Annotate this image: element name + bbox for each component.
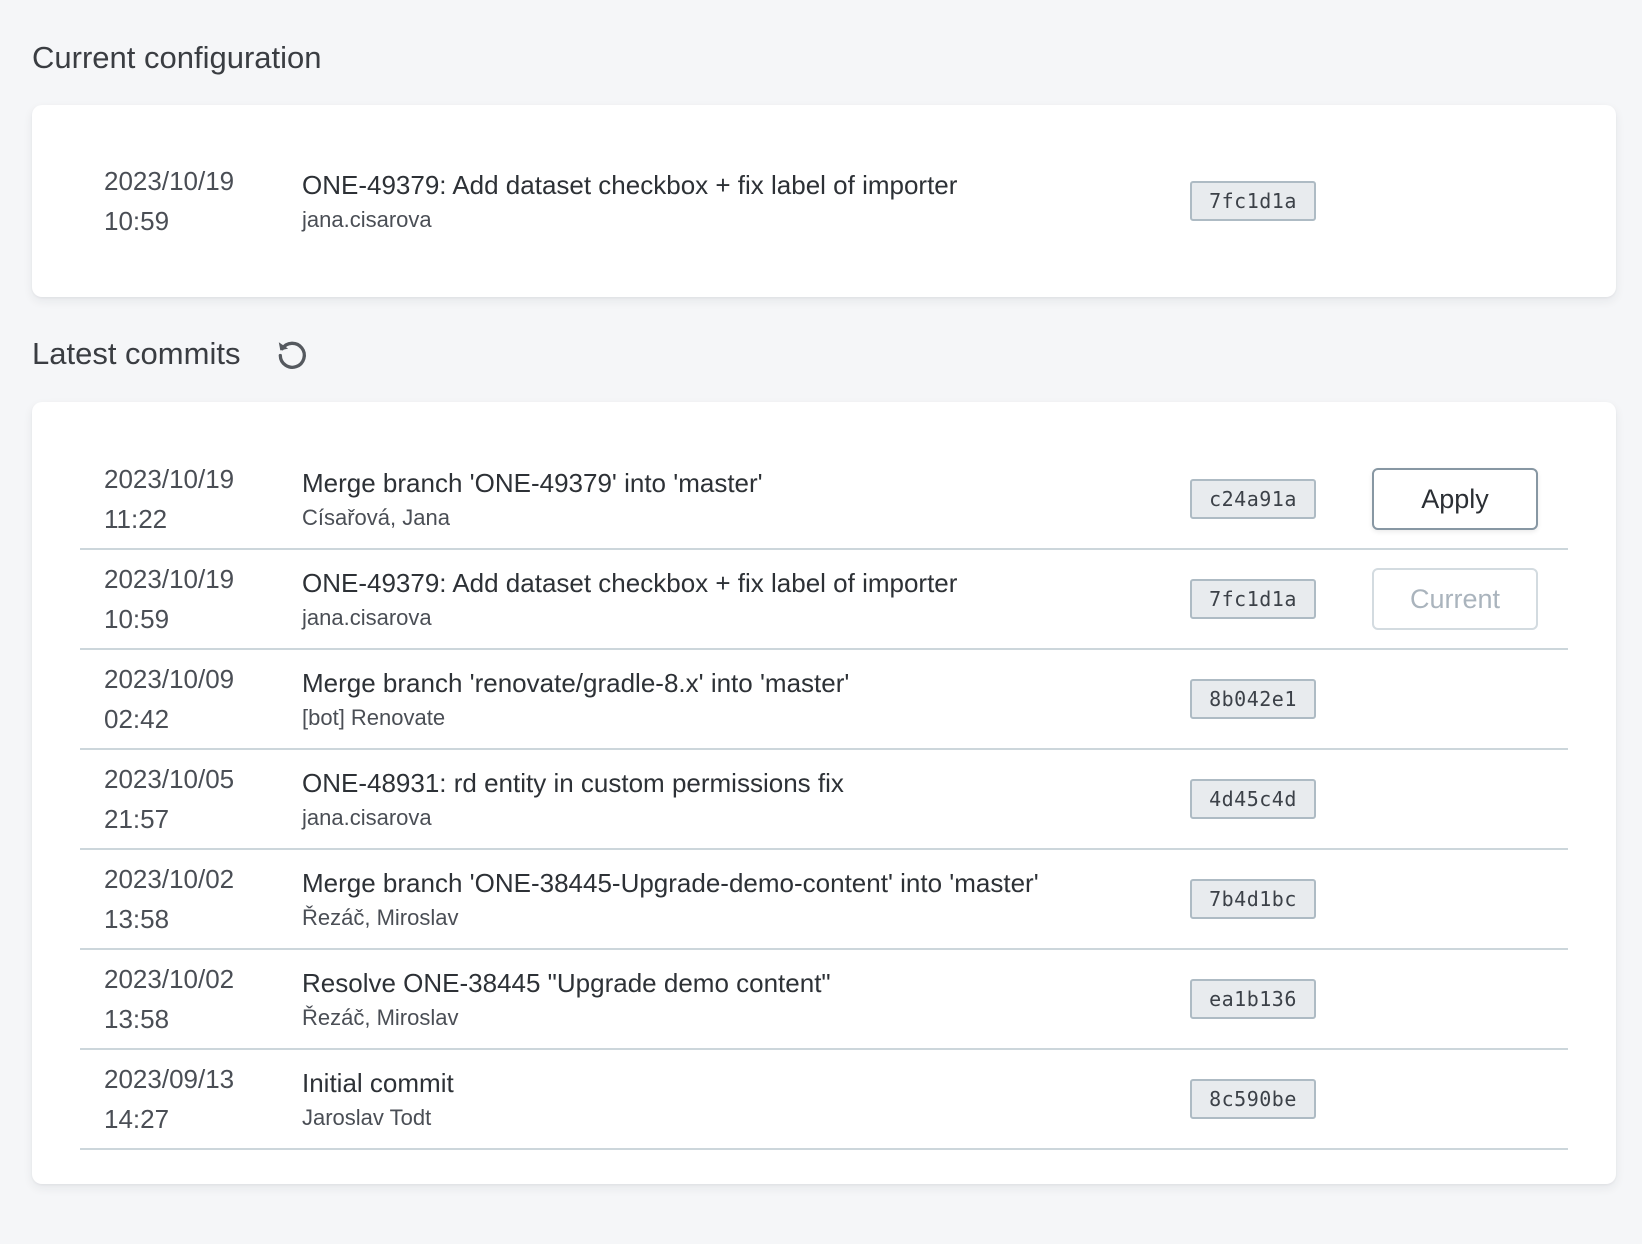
commit-time: 02:42 <box>104 704 170 734</box>
commit-datetime: 2023/10/09 02:42 <box>104 659 284 739</box>
commit-datetime: 2023/09/13 14:27 <box>104 1059 284 1139</box>
current-button: Current <box>1372 568 1538 630</box>
commit-info: Merge branch 'renovate/gradle-8.x' into … <box>302 664 849 734</box>
commit-author: jana.cisarova <box>302 207 432 232</box>
commit-author: Řezáč, Miroslav <box>302 1005 459 1030</box>
commit-list: 2023/10/19 11:22 Merge branch 'ONE-49379… <box>80 450 1568 1150</box>
commit-datetime: 2023/10/19 11:22 <box>104 459 284 539</box>
commit-time: 14:27 <box>104 1104 170 1134</box>
commit-date: 2023/10/05 <box>104 764 235 794</box>
commit-message: Resolve ONE-38445 "Upgrade demo content" <box>302 968 831 998</box>
commit-date: 2023/10/02 <box>104 864 235 894</box>
commit-hash-badge: 8b042e1 <box>1190 679 1316 719</box>
commit-info: ONE-49379: Add dataset checkbox + fix la… <box>302 564 957 634</box>
commit-time: 10:59 <box>104 604 170 634</box>
commit-datetime: 2023/10/19 10:59 <box>104 161 284 241</box>
commit-author: jana.cisarova <box>302 605 432 630</box>
commit-info: ONE-48931: rd entity in custom permissio… <box>302 764 844 834</box>
commit-message: Merge branch 'ONE-49379' into 'master' <box>302 468 763 498</box>
current-commit-row: 2023/10/19 10:59 ONE-49379: Add dataset … <box>32 105 1616 297</box>
refresh-icon[interactable] <box>274 336 310 372</box>
commit-row: 2023/10/02 13:58 Merge branch 'ONE-38445… <box>80 850 1568 950</box>
commit-row: 2023/10/05 21:57 ONE-48931: rd entity in… <box>80 750 1568 850</box>
commit-hash-badge: 7fc1d1a <box>1190 181 1316 221</box>
commit-row: 2023/10/19 11:22 Merge branch 'ONE-49379… <box>80 450 1568 550</box>
apply-button[interactable]: Apply <box>1372 468 1538 530</box>
latest-commits-card: 2023/10/19 11:22 Merge branch 'ONE-49379… <box>32 402 1616 1184</box>
current-configuration-card: 2023/10/19 10:59 ONE-49379: Add dataset … <box>32 105 1616 297</box>
commit-message: Initial commit <box>302 1068 454 1098</box>
current-configuration-heading: Current configuration <box>32 40 322 76</box>
commit-row: 2023/10/09 02:42 Merge branch 'renovate/… <box>80 650 1568 750</box>
commit-author: jana.cisarova <box>302 805 432 830</box>
commit-date: 2023/10/19 <box>104 464 235 494</box>
commit-info: Merge branch 'ONE-49379' into 'master' C… <box>302 464 763 534</box>
commit-message: ONE-49379: Add dataset checkbox + fix la… <box>302 568 958 598</box>
commit-author: [bot] Renovate <box>302 705 446 730</box>
commit-message: Merge branch 'renovate/gradle-8.x' into … <box>302 668 850 698</box>
commit-hash-badge: ea1b136 <box>1190 979 1316 1019</box>
commit-time: 21:57 <box>104 804 170 834</box>
commit-date: 2023/10/09 <box>104 664 235 694</box>
commit-row: 2023/09/13 14:27 Initial commit Jaroslav… <box>80 1050 1568 1150</box>
commit-date: 2023/10/19 <box>104 166 235 196</box>
commit-date: 2023/09/13 <box>104 1064 235 1094</box>
commit-hash-badge: 8c590be <box>1190 1079 1316 1119</box>
commit-time: 10:59 <box>104 206 170 236</box>
commit-time: 13:58 <box>104 904 170 934</box>
commit-row: 2023/10/19 10:59 ONE-49379: Add dataset … <box>80 550 1568 650</box>
commit-author: Císařová, Jana <box>302 505 450 530</box>
commit-hash-badge: 4d45c4d <box>1190 779 1316 819</box>
commit-datetime: 2023/10/02 13:58 <box>104 859 284 939</box>
commit-message: Merge branch 'ONE-38445-Upgrade-demo-con… <box>302 868 1039 898</box>
latest-commits-title: Latest commits <box>32 336 241 371</box>
commit-time: 13:58 <box>104 1004 170 1034</box>
commit-info: ONE-49379: Add dataset checkbox + fix la… <box>302 166 957 236</box>
commit-message: ONE-48931: rd entity in custom permissio… <box>302 768 844 798</box>
commit-hash-badge: c24a91a <box>1190 479 1316 519</box>
latest-commits-heading: Latest commits <box>32 336 310 372</box>
commit-row: 2023/10/02 13:58 Resolve ONE-38445 "Upgr… <box>80 950 1568 1050</box>
commit-hash-badge: 7b4d1bc <box>1190 879 1316 919</box>
commit-info: Resolve ONE-38445 "Upgrade demo content"… <box>302 964 831 1034</box>
commit-datetime: 2023/10/02 13:58 <box>104 959 284 1039</box>
commit-info: Initial commit Jaroslav Todt <box>302 1064 454 1134</box>
commit-author: Řezáč, Miroslav <box>302 905 459 930</box>
commit-time: 11:22 <box>104 504 168 534</box>
commit-message: ONE-49379: Add dataset checkbox + fix la… <box>302 170 958 200</box>
commit-datetime: 2023/10/05 21:57 <box>104 759 284 839</box>
commit-date: 2023/10/02 <box>104 964 235 994</box>
commit-hash-badge: 7fc1d1a <box>1190 579 1316 619</box>
commit-author: Jaroslav Todt <box>302 1105 432 1130</box>
current-configuration-title: Current configuration <box>32 40 322 75</box>
commit-datetime: 2023/10/19 10:59 <box>104 559 284 639</box>
commit-date: 2023/10/19 <box>104 564 235 594</box>
commit-info: Merge branch 'ONE-38445-Upgrade-demo-con… <box>302 864 1039 934</box>
